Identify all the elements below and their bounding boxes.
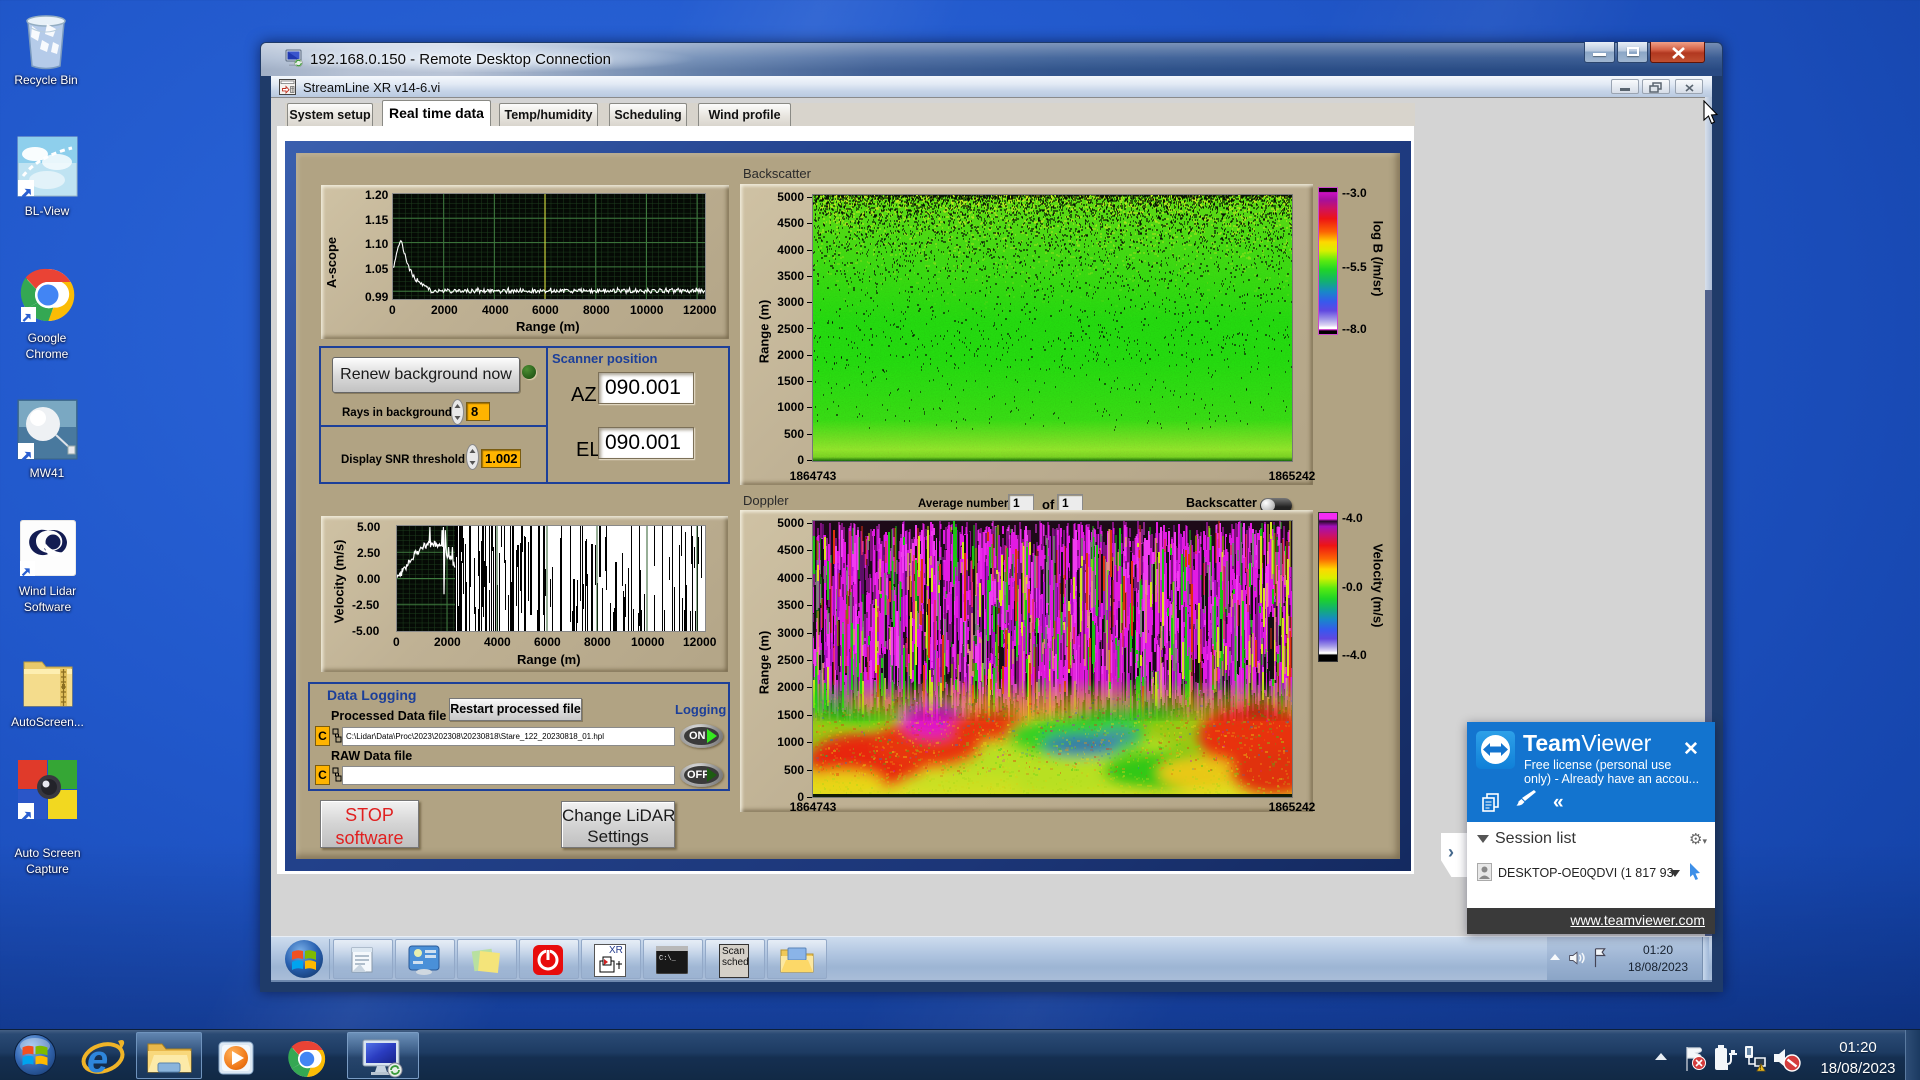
svg-text:e: e [87, 1039, 108, 1080]
svg-text:!: ! [1760, 1066, 1762, 1072]
svg-text:C:\_: C:\_ [659, 955, 677, 963]
